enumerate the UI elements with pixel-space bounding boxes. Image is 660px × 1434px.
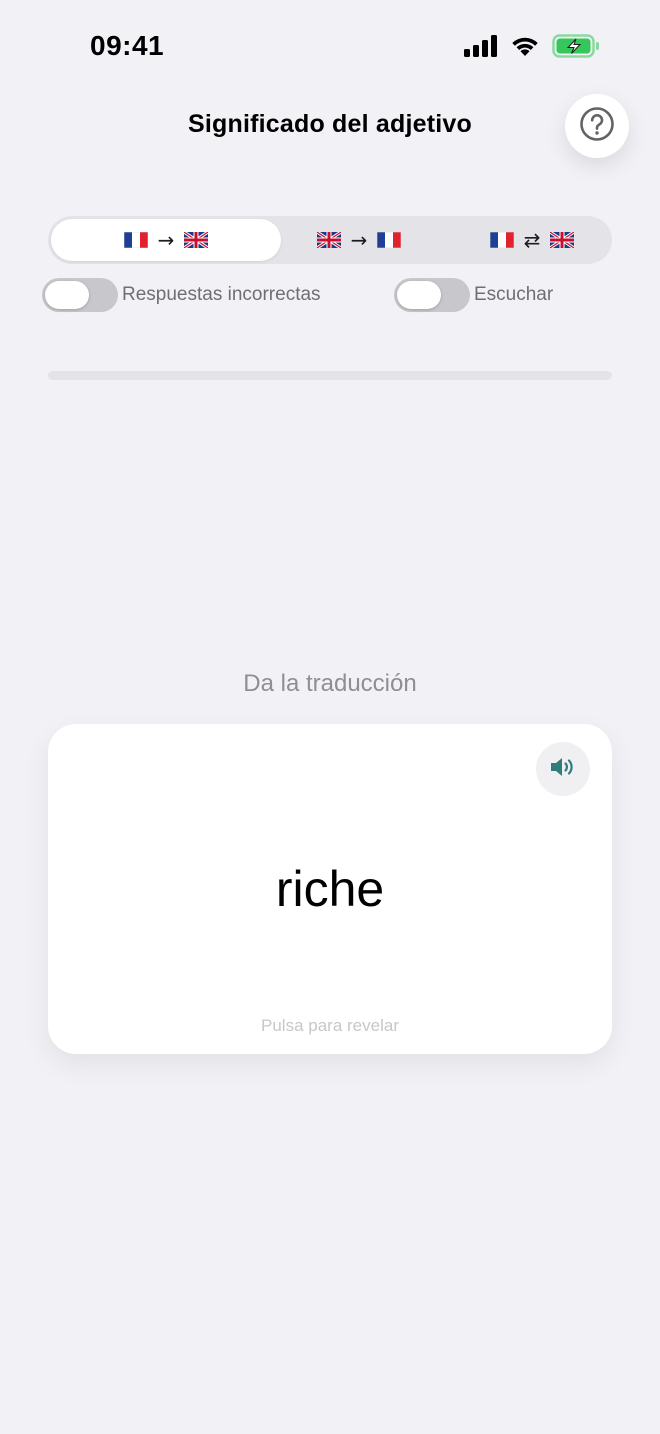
listen-toggle-row: Escuchar bbox=[394, 278, 553, 312]
wrong-answers-toggle[interactable] bbox=[42, 278, 118, 312]
status-time: 09:41 bbox=[90, 30, 165, 61]
france-flag-icon bbox=[377, 232, 402, 248]
battery-charging-icon bbox=[552, 34, 600, 63]
uk-flag-icon bbox=[316, 232, 341, 248]
speaker-volume-icon bbox=[549, 755, 577, 784]
direction-arrow: → bbox=[350, 228, 368, 252]
france-flag-icon bbox=[489, 232, 514, 248]
reveal-hint: Pulsa para revelar bbox=[261, 1016, 399, 1035]
uk-flag-icon bbox=[184, 232, 209, 248]
cellular-signal-icon bbox=[464, 35, 498, 62]
direction-both-ways[interactable]: ⇄ bbox=[454, 219, 610, 261]
france-flag-icon bbox=[123, 232, 148, 248]
direction-selector: → → ⇄ bbox=[48, 216, 612, 264]
page-title: Significado del adjetivo bbox=[187, 110, 472, 138]
question-circle-icon bbox=[579, 106, 615, 147]
direction-arrow: → bbox=[157, 228, 175, 252]
play-audio-button[interactable] bbox=[536, 742, 590, 796]
quiz-instruction: Da la traducción bbox=[243, 670, 417, 697]
direction-fr-to-en[interactable]: → bbox=[51, 219, 281, 261]
status-icons bbox=[464, 34, 600, 63]
progress-bar bbox=[48, 371, 612, 380]
listen-toggle[interactable] bbox=[394, 278, 470, 312]
uk-flag-icon bbox=[550, 232, 575, 248]
flashcard[interactable]: riche Pulsa para revelar bbox=[48, 724, 612, 1054]
quiz-word: riche bbox=[275, 861, 385, 917]
swap-arrows-icon: ⇄ bbox=[523, 228, 541, 252]
wifi-icon bbox=[510, 35, 540, 62]
toggle-knob bbox=[397, 281, 441, 309]
direction-en-to-fr[interactable]: → bbox=[264, 219, 454, 261]
status-bar: 09:41 bbox=[0, 0, 660, 96]
toggle-knob bbox=[45, 281, 89, 309]
listen-label: Escuchar bbox=[474, 284, 554, 305]
wrong-answers-label: Respuestas incorrectas bbox=[122, 284, 321, 305]
wrong-answers-toggle-row: Respuestas incorrectas bbox=[42, 278, 321, 312]
help-button[interactable] bbox=[565, 94, 629, 158]
